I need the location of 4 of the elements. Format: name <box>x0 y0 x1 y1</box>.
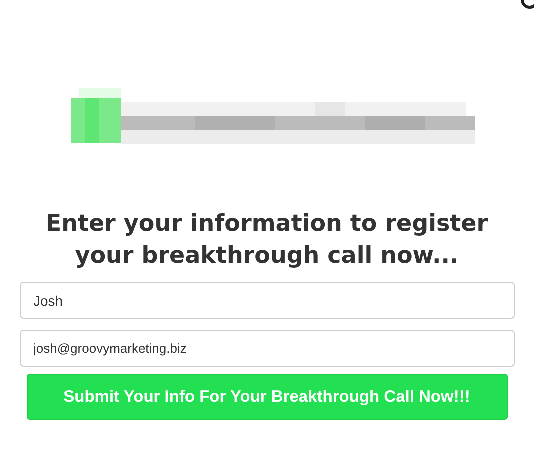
input-field[interactable]: josh@groovymarketing.biz <box>20 330 514 367</box>
input-field[interactable]: Josh <box>20 282 514 319</box>
close-icon[interactable] <box>520 0 534 10</box>
heading: Enter your information to register your breakthrough call now... <box>44 210 490 271</box>
